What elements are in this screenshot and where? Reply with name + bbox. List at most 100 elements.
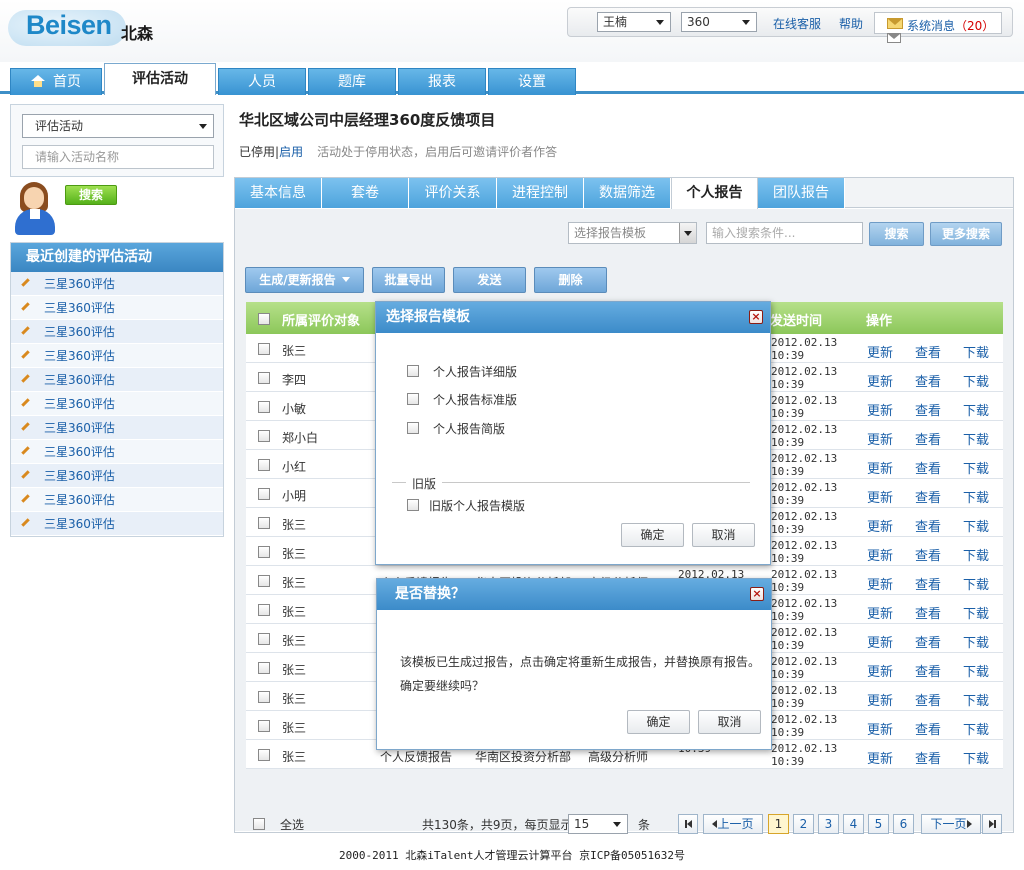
- row-download-link[interactable]: 下载: [963, 574, 989, 593]
- row-checkbox[interactable]: [258, 343, 270, 355]
- tab-basic-info[interactable]: 基本信息: [235, 178, 322, 208]
- nav-tab-home[interactable]: 首页: [10, 68, 102, 95]
- row-update-link[interactable]: 更新: [867, 603, 893, 622]
- row-checkbox[interactable]: [258, 749, 270, 761]
- row-view-link[interactable]: 查看: [915, 458, 941, 477]
- row-download-link[interactable]: 下载: [963, 487, 989, 506]
- online-support-link[interactable]: 在线客服: [773, 15, 821, 32]
- page-number-button[interactable]: 5: [868, 814, 889, 834]
- envelope-icon[interactable]: [887, 33, 901, 43]
- activity-type-select[interactable]: 评估活动: [22, 114, 214, 138]
- recent-activity-link[interactable]: 三星360评估: [44, 373, 115, 387]
- help-link[interactable]: 帮助: [839, 15, 863, 32]
- row-download-link[interactable]: 下载: [963, 632, 989, 651]
- row-view-link[interactable]: 查看: [915, 574, 941, 593]
- row-checkbox[interactable]: [258, 430, 270, 442]
- activity-name-input[interactable]: 请输入活动名称: [22, 145, 214, 169]
- nav-tab-question-bank[interactable]: 题库: [308, 68, 396, 95]
- prev-page-button[interactable]: 上一页: [703, 814, 763, 834]
- page-number-button[interactable]: 4: [843, 814, 864, 834]
- row-checkbox[interactable]: [258, 720, 270, 732]
- row-view-link[interactable]: 查看: [915, 429, 941, 448]
- row-update-link[interactable]: 更新: [867, 545, 893, 564]
- row-download-link[interactable]: 下载: [963, 545, 989, 564]
- cancel-button[interactable]: 取消: [698, 710, 761, 734]
- row-download-link[interactable]: 下载: [963, 603, 989, 622]
- row-download-link[interactable]: 下载: [963, 516, 989, 535]
- next-page-button[interactable]: 下一页: [921, 814, 981, 834]
- recent-activity-item[interactable]: 三星360评估: [11, 488, 223, 512]
- recent-activity-item[interactable]: 三星360评估: [11, 440, 223, 464]
- tab-process-control[interactable]: 进程控制: [497, 178, 584, 208]
- row-checkbox[interactable]: [258, 604, 270, 616]
- recent-activity-link[interactable]: 三星360评估: [44, 469, 115, 483]
- select-all-checkbox[interactable]: [258, 313, 270, 325]
- row-update-link[interactable]: 更新: [867, 458, 893, 477]
- page-number-button[interactable]: 2: [793, 814, 814, 834]
- row-view-link[interactable]: 查看: [915, 748, 941, 767]
- row-checkbox[interactable]: [258, 546, 270, 558]
- row-update-link[interactable]: 更新: [867, 516, 893, 535]
- recent-activity-link[interactable]: 三星360评估: [44, 301, 115, 315]
- row-view-link[interactable]: 查看: [915, 603, 941, 622]
- sidebar-search-button[interactable]: 搜索: [65, 185, 117, 205]
- recent-activity-item[interactable]: 三星360评估: [11, 416, 223, 440]
- recent-activity-link[interactable]: 三星360评估: [44, 397, 115, 411]
- row-checkbox[interactable]: [258, 662, 270, 674]
- nav-tab-assessment[interactable]: 评估活动: [104, 63, 216, 95]
- tab-rater-relations[interactable]: 评价关系: [409, 178, 497, 208]
- row-view-link[interactable]: 查看: [915, 545, 941, 564]
- ok-button[interactable]: 确定: [621, 523, 684, 547]
- recent-activity-item[interactable]: 三星360评估: [11, 392, 223, 416]
- page-size-select[interactable]: 15: [568, 814, 628, 834]
- recent-activity-item[interactable]: 三星360评估: [11, 272, 223, 296]
- generate-report-button[interactable]: 生成/更新报告: [245, 267, 364, 293]
- checkbox[interactable]: [407, 422, 419, 434]
- recent-activity-item[interactable]: 三星360评估: [11, 512, 223, 536]
- nav-tab-reports[interactable]: 报表: [398, 68, 486, 95]
- row-view-link[interactable]: 查看: [915, 719, 941, 738]
- row-checkbox[interactable]: [258, 488, 270, 500]
- tab-team-report[interactable]: 团队报告: [758, 178, 845, 208]
- recent-activity-link[interactable]: 三星360评估: [44, 277, 115, 291]
- recent-activity-link[interactable]: 三星360评估: [44, 349, 115, 363]
- recent-activity-item[interactable]: 三星360评估: [11, 296, 223, 320]
- row-checkbox[interactable]: [258, 633, 270, 645]
- row-checkbox[interactable]: [258, 691, 270, 703]
- first-page-button[interactable]: [678, 814, 698, 834]
- footer-select-all-checkbox[interactable]: [253, 818, 265, 830]
- system-messages-button[interactable]: 系统消息（20）: [874, 12, 1002, 34]
- row-update-link[interactable]: 更新: [867, 661, 893, 680]
- row-download-link[interactable]: 下载: [963, 661, 989, 680]
- row-checkbox[interactable]: [258, 517, 270, 529]
- row-update-link[interactable]: 更新: [867, 400, 893, 419]
- search-button[interactable]: 搜索: [869, 222, 924, 246]
- row-checkbox[interactable]: [258, 575, 270, 587]
- row-update-link[interactable]: 更新: [867, 690, 893, 709]
- keyword-input[interactable]: 输入搜索条件...: [706, 222, 863, 244]
- row-view-link[interactable]: 查看: [915, 632, 941, 651]
- row-view-link[interactable]: 查看: [915, 487, 941, 506]
- recent-activity-link[interactable]: 三星360评估: [44, 421, 115, 435]
- nav-tab-people[interactable]: 人员: [218, 68, 306, 95]
- enable-link[interactable]: 启用: [279, 145, 303, 159]
- page-number-button[interactable]: 6: [893, 814, 914, 834]
- row-download-link[interactable]: 下载: [963, 748, 989, 767]
- row-view-link[interactable]: 查看: [915, 342, 941, 361]
- row-view-link[interactable]: 查看: [915, 516, 941, 535]
- checkbox[interactable]: [407, 499, 419, 511]
- row-update-link[interactable]: 更新: [867, 574, 893, 593]
- row-checkbox[interactable]: [258, 401, 270, 413]
- recent-activity-link[interactable]: 三星360评估: [44, 445, 115, 459]
- row-download-link[interactable]: 下载: [963, 429, 989, 448]
- recent-activity-item[interactable]: 三星360评估: [11, 464, 223, 488]
- report-template-select[interactable]: 选择报告模板: [568, 222, 697, 244]
- row-download-link[interactable]: 下载: [963, 342, 989, 361]
- row-view-link[interactable]: 查看: [915, 371, 941, 390]
- cancel-button[interactable]: 取消: [692, 523, 755, 547]
- mode-select[interactable]: 360: [681, 12, 757, 32]
- close-icon[interactable]: ×: [749, 310, 763, 324]
- ok-button[interactable]: 确定: [627, 710, 690, 734]
- page-number-button[interactable]: 3: [818, 814, 839, 834]
- beisen-logo[interactable]: Beisen 北森: [8, 4, 158, 48]
